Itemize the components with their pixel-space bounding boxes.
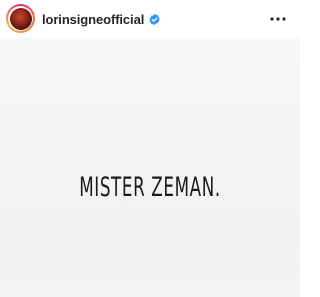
- more-options-icon: [270, 17, 286, 21]
- verified-badge-icon: [149, 13, 160, 25]
- instagram-post: lorinsigneofficial MISTER ZEMAN.: [0, 0, 300, 297]
- profile-avatar[interactable]: [6, 4, 35, 33]
- post-header: lorinsigneofficial: [0, 0, 300, 38]
- more-options-button[interactable]: [268, 10, 288, 28]
- avatar-photo: [9, 7, 32, 30]
- username-link[interactable]: lorinsigneofficial: [42, 12, 144, 27]
- username-group: lorinsigneofficial: [42, 10, 161, 28]
- avatar-ring: [8, 6, 33, 31]
- post-image[interactable]: [0, 38, 300, 297]
- image-text: MISTER ZEMAN.: [79, 172, 221, 203]
